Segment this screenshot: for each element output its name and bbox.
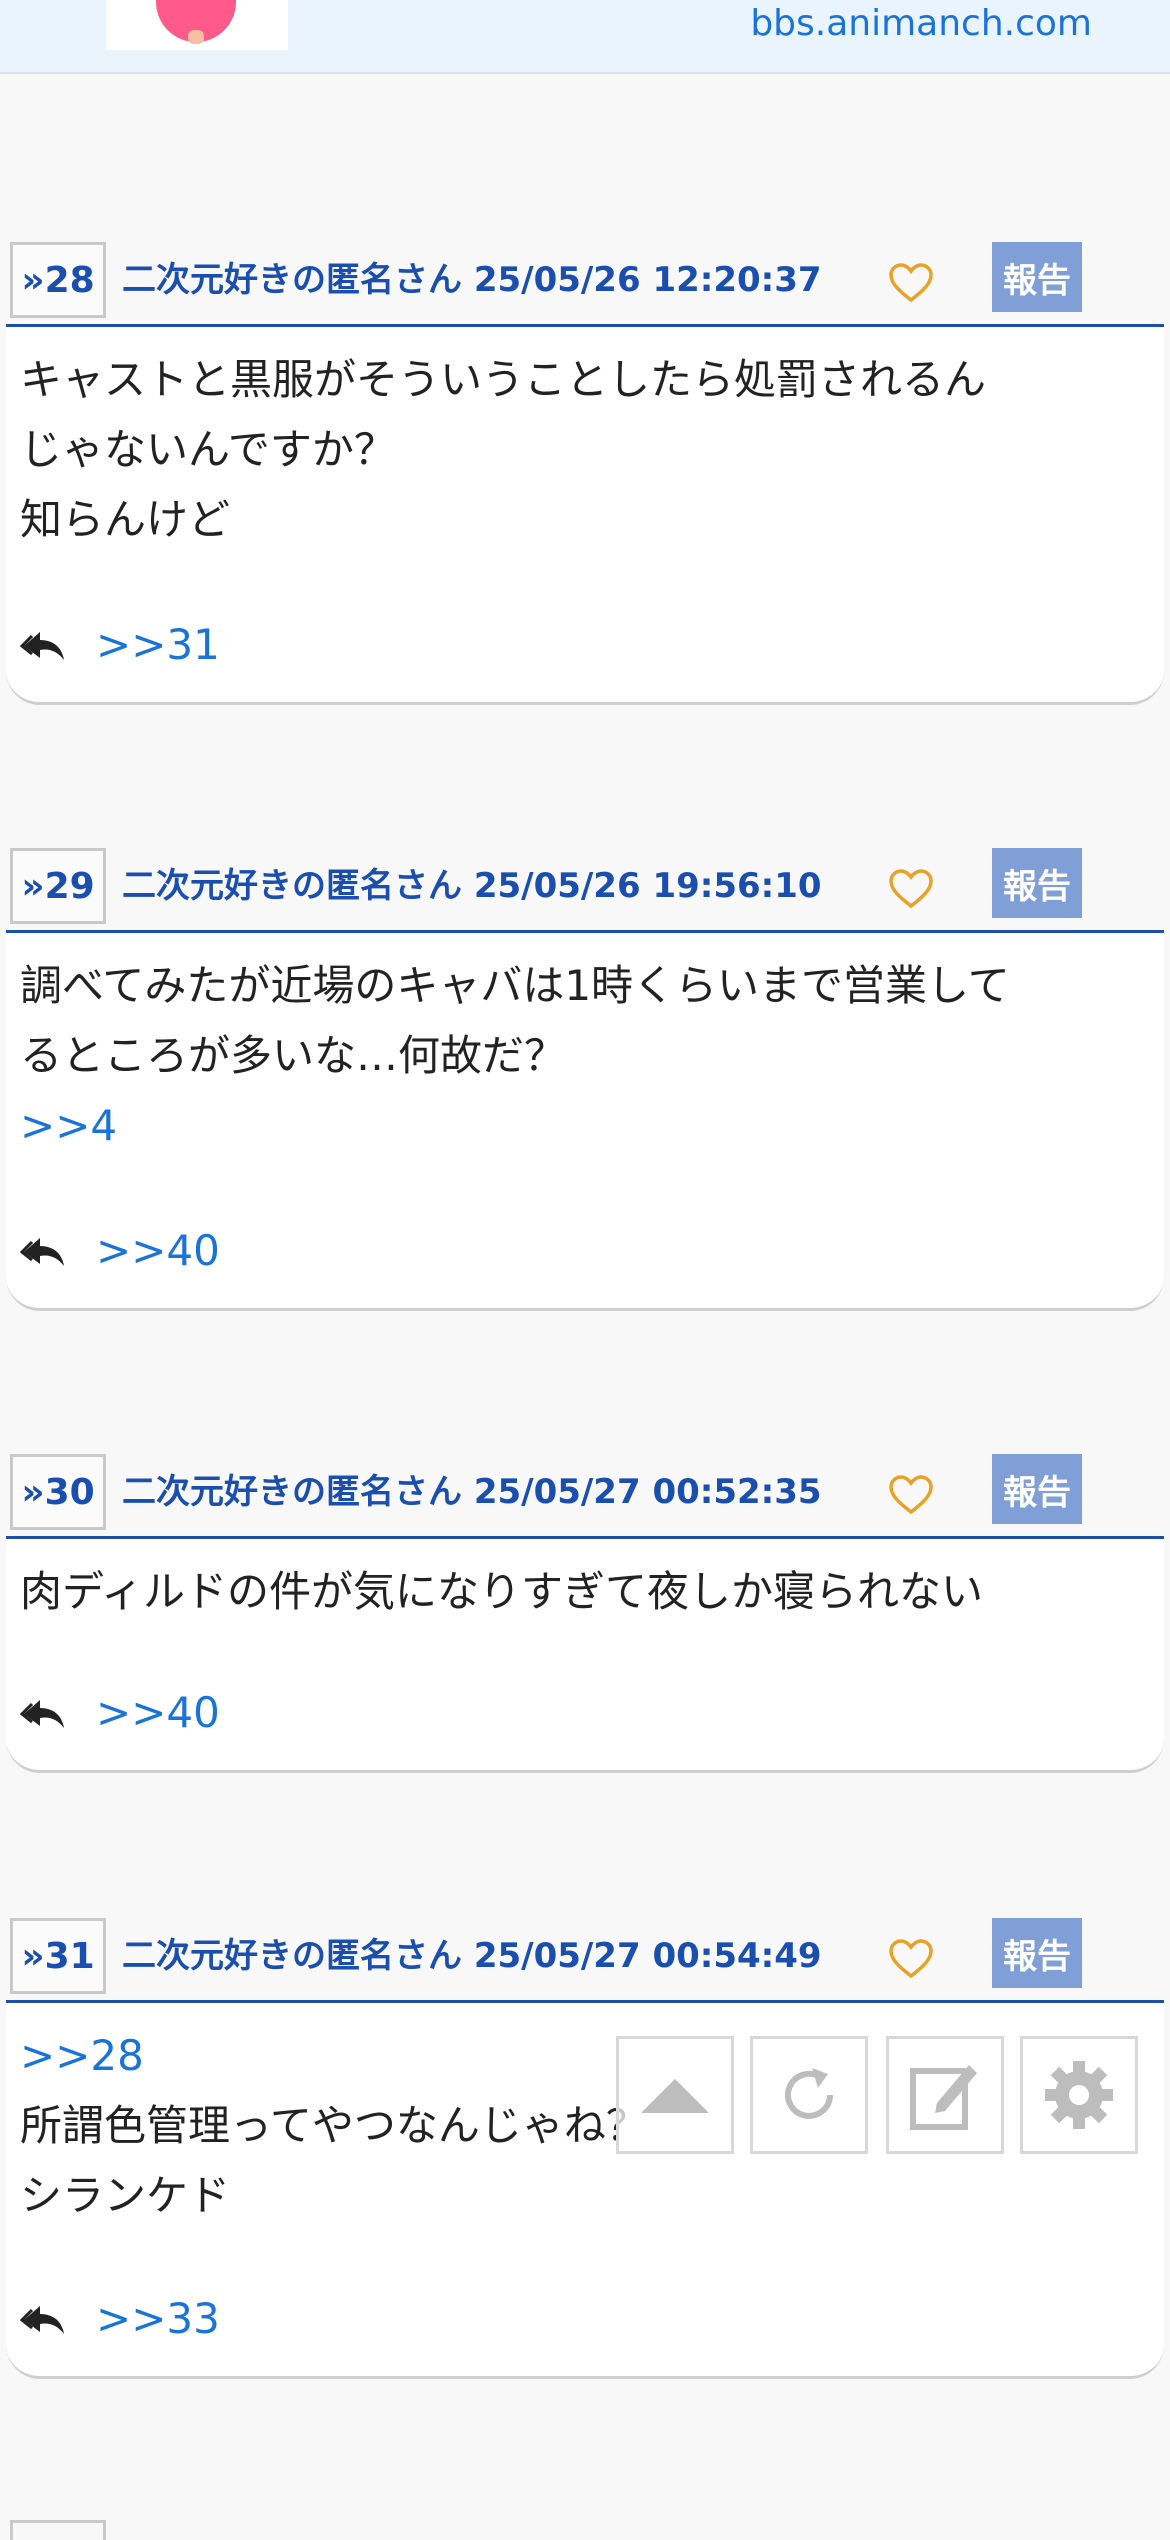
reply-icon [20,1700,64,1728]
post-number[interactable]: »30 [10,1454,106,1530]
post-anchor-link[interactable]: >>4 [20,1091,1150,1161]
post-line: シランケド [20,2171,231,2220]
post-29: »29 二次元好きの匿名さん 25/05/26 19:56:10 報告 調べてみ… [6,848,1164,1311]
reload-icon [785,2068,833,2119]
post-line: 肉ディルドの件が気になりすぎて夜しか寝られない [20,1567,984,1616]
post-meta: 二次元好きの匿名さん 25/05/26 19:56:10 [122,866,822,906]
post-body: キャストと黒服がそういうことしたら処罰されるん じゃないんですか？ 知らんけど … [6,327,1164,705]
reply-anchor-link[interactable]: >>31 [96,620,220,669]
report-button[interactable]: 報告 [992,242,1082,312]
next-post-number [10,2520,106,2540]
reply-icon [20,2306,64,2334]
settings-button[interactable] [1020,2036,1138,2154]
post-header: »31 二次元好きの匿名さん 25/05/27 00:54:49 報告 [6,1918,1164,2003]
up-arrow-icon [641,2079,709,2113]
post-line: じゃないんですか？ [20,425,396,474]
post-30: »30 二次元好きの匿名さん 25/05/27 00:52:35 報告 肉ディル… [6,1454,1164,1773]
post-body: 調べてみたが近場のキャバは1時くらいまで営業して るところが多いな…何故だ？ >… [6,933,1164,1311]
report-button[interactable]: 報告 [992,848,1082,918]
reply-anchor-link[interactable]: >>40 [96,1226,220,1275]
post-line: キャストと黒服がそういうことしたら処罰されるん [20,355,987,404]
post-footer: >>33 [20,2288,220,2348]
mascot-figure [156,0,236,44]
reply-anchor-link[interactable]: >>33 [96,2294,220,2343]
scroll-top-button[interactable] [616,2036,734,2154]
post-meta: 二次元好きの匿名さん 25/05/26 12:20:37 [122,260,822,300]
site-header: bbs.animanch.com [0,0,1170,74]
post-line: るところが多いな…何故だ？ [20,1031,567,1080]
site-logo[interactable] [106,0,288,50]
post-line: 調べてみたが近場のキャバは1時くらいまで営業して [20,961,1010,1010]
edit-icon [910,2065,977,2130]
reload-button[interactable] [750,2036,868,2154]
post-body: 肉ディルドの件が気になりすぎて夜しか寝られない >>40 [6,1539,1164,1773]
post-meta: 二次元好きの匿名さん 25/05/27 00:54:49 [122,1936,822,1976]
site-domain[interactable]: bbs.animanch.com [750,0,1092,48]
reply-icon [20,1238,64,1266]
post-footer: >>40 [20,1220,220,1280]
reply-icon [20,632,64,660]
post-text: 肉ディルドの件が気になりすぎて夜しか寝られない [20,1557,1150,1627]
post-number[interactable]: »31 [10,1918,106,1994]
post-footer: >>40 [20,1682,220,1742]
post-text: 調べてみたが近場のキャバは1時くらいまで営業して るところが多いな…何故だ？ >… [20,951,1150,1161]
post-line: 知らんけど [20,495,231,544]
post-header: »29 二次元好きの匿名さん 25/05/26 19:56:10 報告 [6,848,1164,933]
report-button[interactable]: 報告 [992,1454,1082,1524]
post-meta: 二次元好きの匿名さん 25/05/27 00:52:35 [122,1472,822,1512]
heart-icon[interactable] [888,1938,934,1980]
post-number[interactable]: »28 [10,242,106,318]
report-button[interactable]: 報告 [992,1918,1082,1988]
heart-icon[interactable] [888,868,934,910]
heart-icon[interactable] [888,1474,934,1516]
post-number[interactable]: »29 [10,848,106,924]
post-header: »30 二次元好きの匿名さん 25/05/27 00:52:35 報告 [6,1454,1164,1539]
post-header: »28 二次元好きの匿名さん 25/05/26 12:20:37 報告 [6,242,1164,327]
post-text: キャストと黒服がそういうことしたら処罰されるん じゃないんですか？ 知らんけど [20,345,1150,555]
write-button[interactable] [886,2036,1004,2154]
gear-icon [1045,2061,1113,2129]
reply-anchor-link[interactable]: >>40 [96,1688,220,1737]
post-footer: >>31 [20,614,220,674]
heart-icon[interactable] [888,262,934,304]
post-28: »28 二次元好きの匿名さん 25/05/26 12:20:37 報告 キャスト… [6,242,1164,705]
